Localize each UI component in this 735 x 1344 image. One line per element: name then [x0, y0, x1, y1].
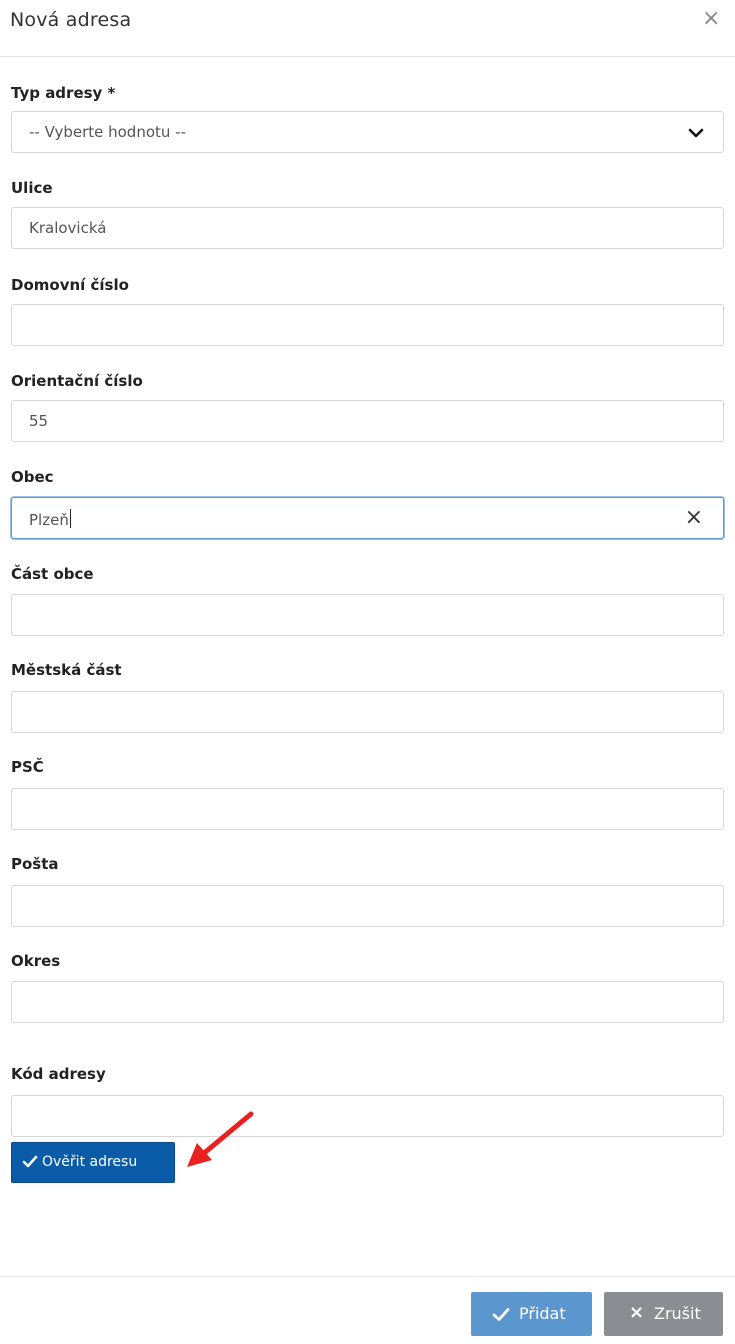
postal-code-label: PSČ	[11, 758, 44, 776]
street-label: Ulice	[11, 179, 53, 197]
street-value: Kralovická	[29, 219, 107, 237]
new-address-modal: Nová adresa × Typ adresy * -- Vyberte ho…	[0, 0, 735, 1344]
district-label: Okres	[11, 952, 61, 970]
modal-header: Nová adresa ×	[0, 0, 735, 57]
municipality-part-input[interactable]	[11, 594, 724, 636]
district-input[interactable]	[11, 981, 724, 1023]
verify-address-label: Ověřit adresu	[42, 1154, 138, 1170]
cancel-button-label: Zrušit	[654, 1304, 701, 1323]
check-icon	[22, 1155, 38, 1168]
text-cursor	[69, 509, 71, 528]
municipality-label: Obec	[11, 468, 54, 486]
close-icon[interactable]: ×	[702, 8, 720, 30]
verify-address-button[interactable]: Ověřit adresu	[11, 1142, 175, 1183]
post-office-label: Pošta	[11, 855, 59, 873]
close-icon: ×	[629, 1302, 645, 1323]
orientation-number-value: 55	[29, 412, 49, 430]
address-code-input[interactable]	[11, 1095, 724, 1137]
house-number-input[interactable]	[11, 304, 724, 346]
add-button-label: Přidat	[519, 1304, 566, 1323]
cancel-button[interactable]: × Zrušit	[604, 1292, 723, 1336]
clear-icon[interactable]: ×	[685, 505, 703, 531]
address-type-select[interactable]: -- Vyberte hodnotu --	[11, 111, 724, 153]
annotation-arrow-icon	[187, 1111, 254, 1167]
postal-code-input[interactable]	[11, 788, 724, 830]
add-button[interactable]: Přidat	[471, 1292, 592, 1336]
city-district-label: Městská část	[11, 661, 122, 679]
address-type-value: -- Vyberte hodnotu --	[29, 123, 186, 141]
municipality-value: Plzeň	[29, 511, 69, 529]
street-input[interactable]: Kralovická	[11, 207, 724, 249]
orientation-number-input[interactable]: 55	[11, 400, 724, 442]
modal-title: Nová adresa	[10, 9, 132, 31]
address-code-label: Kód adresy	[11, 1065, 106, 1083]
address-type-label: Typ adresy *	[11, 84, 116, 102]
municipality-part-label: Část obce	[11, 565, 94, 583]
city-district-input[interactable]	[11, 691, 724, 733]
house-number-label: Domovní číslo	[11, 276, 129, 294]
orientation-number-label: Orientační číslo	[11, 372, 143, 390]
modal-footer-divider	[0, 1276, 735, 1277]
chevron-down-icon	[688, 128, 704, 138]
check-icon	[492, 1308, 510, 1321]
post-office-input[interactable]	[11, 885, 724, 927]
municipality-input[interactable]: Plzeň ×	[11, 497, 724, 539]
